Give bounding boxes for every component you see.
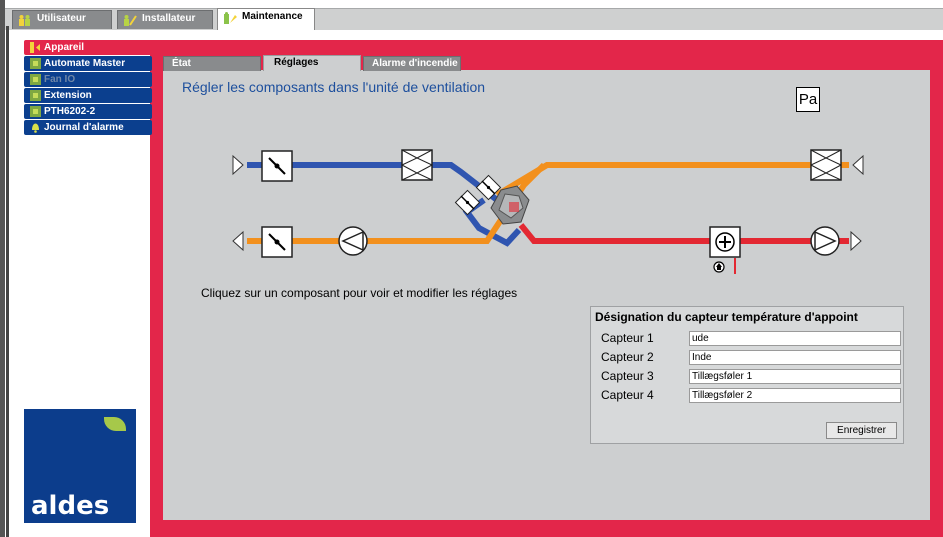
logo-leaf-icon xyxy=(104,417,126,431)
logo-text: aldes xyxy=(31,491,110,521)
bell-icon xyxy=(32,123,39,133)
users-icon xyxy=(19,15,30,26)
tab-utilisateur-label: Utilisateur xyxy=(37,13,86,24)
sensor-1-label: Capteur 1 xyxy=(601,331,654,345)
ventilation-diagram xyxy=(232,149,864,274)
controller-icon xyxy=(30,74,41,85)
controller-icon xyxy=(30,58,41,69)
heater-sensor-icon[interactable] xyxy=(713,258,736,274)
tab-maintenance-label: Maintenance xyxy=(242,11,303,22)
page-title: Régler les composants dans l'unité de ve… xyxy=(182,79,486,95)
tab-utilisateur[interactable]: Utilisateur xyxy=(12,10,112,29)
tab-installateur-label: Installateur xyxy=(142,13,196,24)
bypass-damper-2-icon[interactable] xyxy=(454,189,481,216)
tab-maintenance[interactable]: Maintenance xyxy=(217,8,315,30)
window-left-edge xyxy=(0,0,5,537)
tab-reglages[interactable]: Réglages xyxy=(263,55,361,71)
sidebar-item-fan-io[interactable]: Fan IO xyxy=(24,72,152,87)
sensor-4-input[interactable] xyxy=(689,388,901,403)
sensor-1-input[interactable] xyxy=(689,331,901,346)
exhaust-outlet-icon xyxy=(232,230,244,252)
supply-air-outlet-icon xyxy=(850,230,862,252)
duct-lines xyxy=(247,162,849,247)
sidebar-item-label: Extension xyxy=(44,90,92,101)
pa-button[interactable]: Pa xyxy=(796,87,820,112)
controller-icon xyxy=(30,106,41,117)
sidebar-left-edge xyxy=(6,26,9,537)
sensor-designation-panel: Désignation du capteur température d'app… xyxy=(590,306,904,444)
sidebar-item-label: Journal d'alarme xyxy=(44,122,124,133)
sensor-2-input[interactable] xyxy=(689,350,901,365)
sidebar-item-label: Fan IO xyxy=(44,74,76,85)
extract-air-inlet-icon xyxy=(852,154,864,176)
controller-icon xyxy=(30,90,41,101)
save-button[interactable]: Enregistrer xyxy=(826,422,897,439)
tab-alarme-incendie-label: Alarme d'incendie xyxy=(372,58,458,69)
sidebar-item-extension[interactable]: Extension xyxy=(24,88,152,103)
sidebar-item-label: PTH6202-2 xyxy=(44,106,96,117)
diagram-hint: Cliquez sur un composant pour voir et mo… xyxy=(201,286,518,300)
maintenance-icon xyxy=(224,12,237,24)
tab-reglages-label: Réglages xyxy=(274,57,319,68)
sidebar-item-appareil[interactable]: Appareil xyxy=(24,40,152,55)
filter-extract-icon[interactable] xyxy=(810,149,842,181)
heater-icon[interactable] xyxy=(709,226,741,258)
outdoor-air-inlet-icon xyxy=(232,154,244,176)
device-icon xyxy=(30,42,40,53)
bypass-damper-1-icon[interactable] xyxy=(475,174,502,201)
sidebar-item-automate-master[interactable]: Automate Master xyxy=(24,56,152,71)
filter-outdoor-icon[interactable] xyxy=(401,149,433,181)
damper-exhaust-icon[interactable] xyxy=(261,226,293,258)
sidebar-item-label: Automate Master xyxy=(44,58,126,69)
sidebar: Appareil Automate Master Fan IO Extensio… xyxy=(24,40,152,136)
sidebar-item-pth6202-2[interactable]: PTH6202-2 xyxy=(24,104,152,119)
fan-supply-icon[interactable] xyxy=(810,226,840,256)
fan-exhaust-icon[interactable] xyxy=(338,226,368,256)
sidebar-item-label: Appareil xyxy=(44,42,85,53)
installer-icon xyxy=(124,15,137,26)
sensor-3-label: Capteur 3 xyxy=(601,369,654,383)
sensor-3-input[interactable] xyxy=(689,369,901,384)
tab-etat[interactable]: État xyxy=(163,56,261,71)
sensor-2-label: Capteur 2 xyxy=(601,350,654,364)
tab-etat-label: État xyxy=(172,58,191,69)
panel-title: Désignation du capteur température d'app… xyxy=(595,310,858,324)
sidebar-item-journal-alarme[interactable]: Journal d'alarme xyxy=(24,120,152,135)
sensor-4-label: Capteur 4 xyxy=(601,388,654,402)
tab-alarme-incendie[interactable]: Alarme d'incendie xyxy=(363,56,461,71)
aldes-logo: aldes xyxy=(24,409,136,523)
tab-installateur[interactable]: Installateur xyxy=(117,10,213,29)
damper-outdoor-icon[interactable] xyxy=(261,150,293,182)
